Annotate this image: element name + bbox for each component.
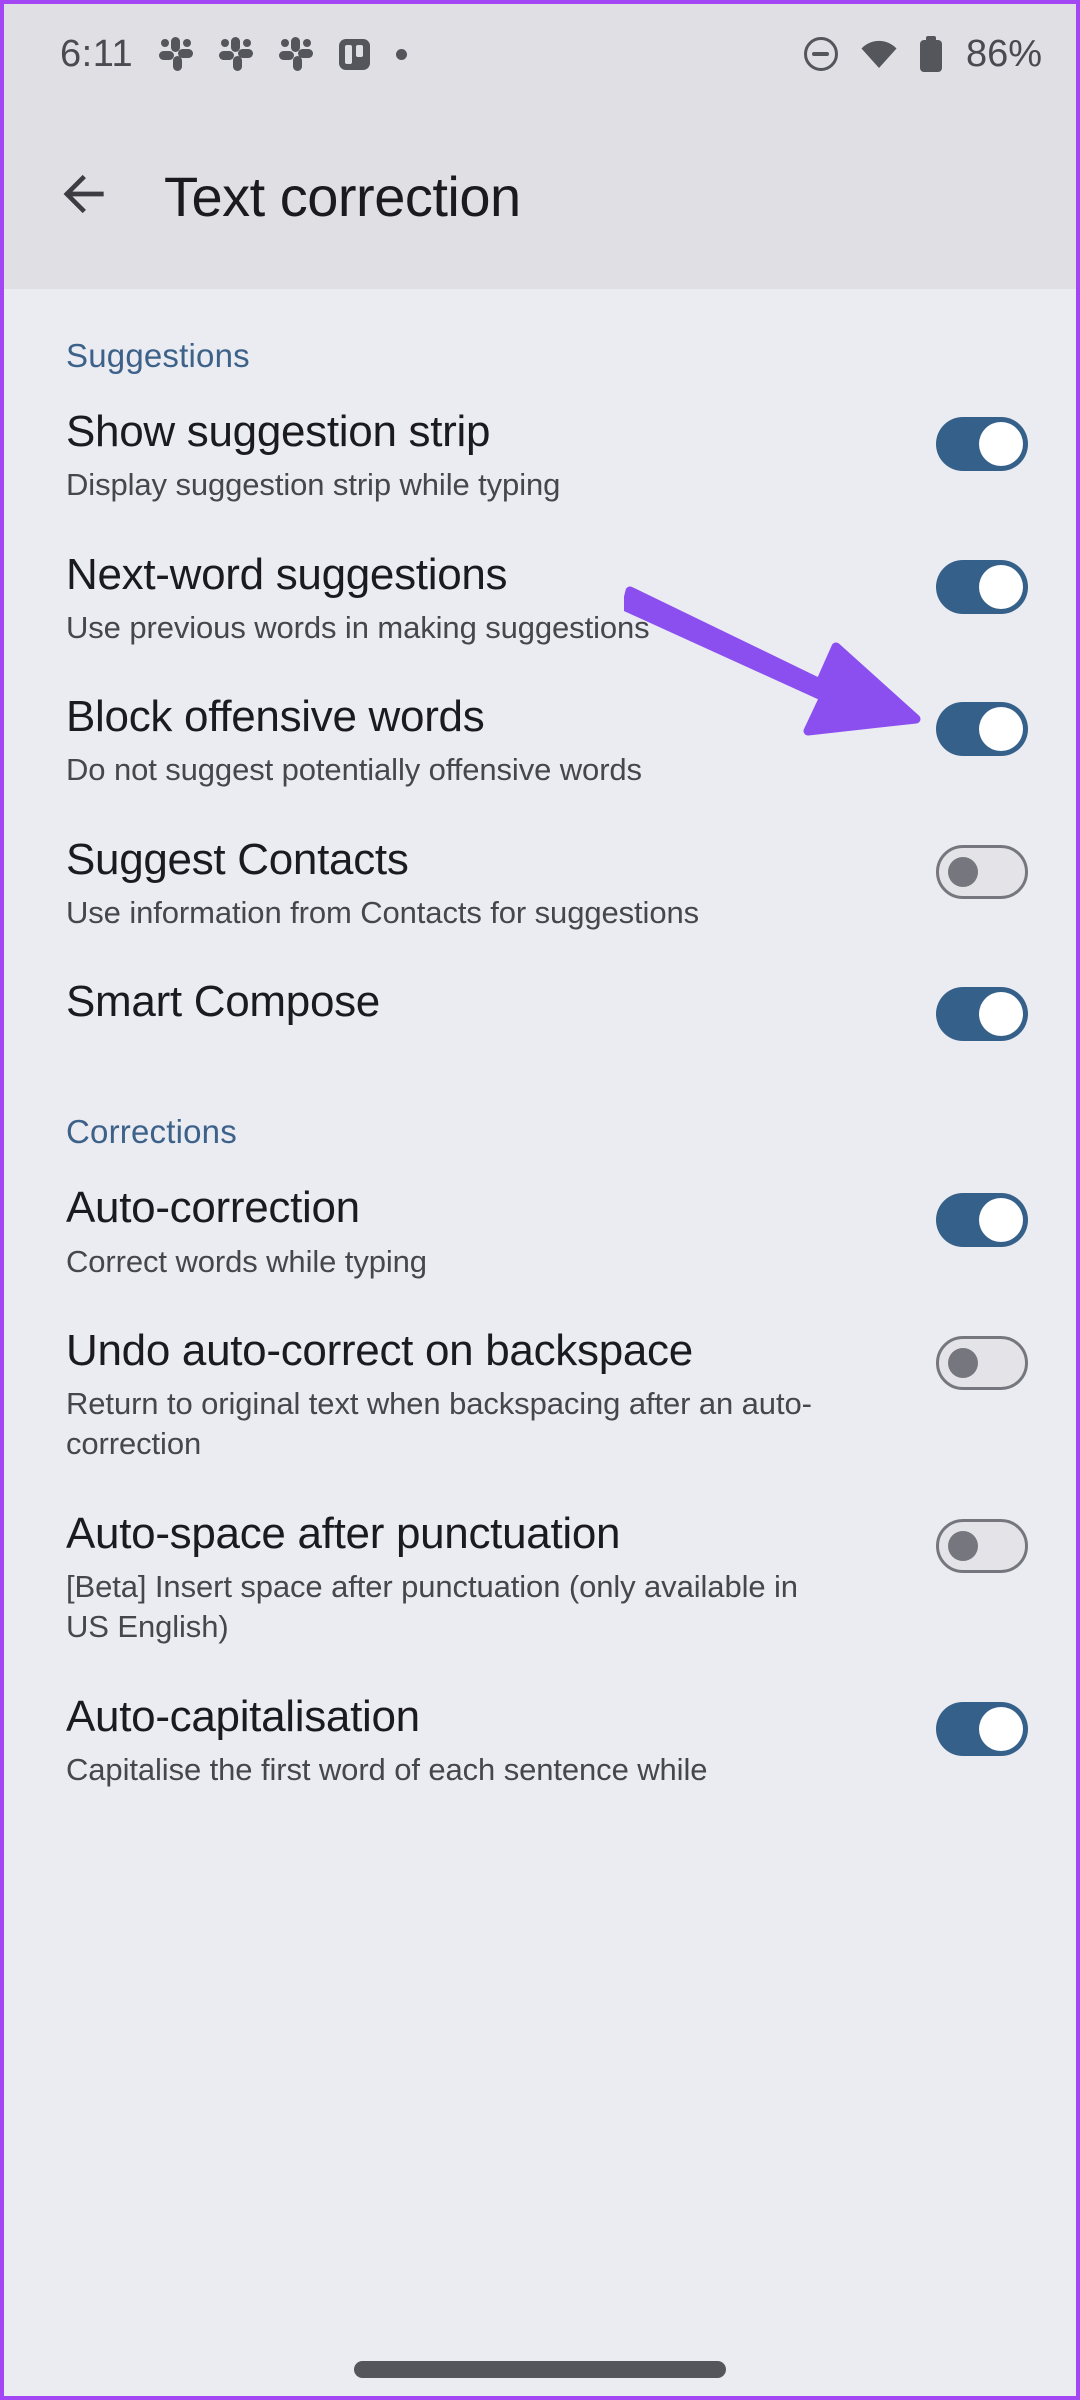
suggest-contacts-toggle[interactable]	[936, 844, 1028, 899]
auto-capitalisation-toggle[interactable]	[936, 1701, 1028, 1756]
row-text: Next-word suggestions Use previous words…	[66, 550, 936, 649]
row-title: Auto-capitalisation	[66, 1691, 420, 1741]
page-title: Text correction	[164, 165, 521, 228]
undo-auto-correct-on-backspace-toggle[interactable]	[936, 1335, 1028, 1390]
block-offensive-words-toggle[interactable]	[936, 702, 1028, 757]
row-control	[936, 1692, 1028, 1756]
status-clock: 6:11	[60, 32, 134, 75]
setting-row-next-word-suggestions[interactable]: Next-word suggestions Use previous words…	[4, 528, 1076, 671]
row-title: Block offensive words	[66, 692, 485, 742]
row-control	[936, 1183, 1028, 1248]
next-word-suggestions-toggle[interactable]	[936, 559, 1028, 614]
app-bar: Text correction	[4, 104, 1076, 289]
row-subtitle: Return to original text when backspacing…	[66, 1386, 812, 1462]
row-text: Auto-space after punctuation [Beta] Inse…	[66, 1509, 936, 1648]
setting-row-auto-capitalisation[interactable]: Auto-capitalisation Capitalise the first…	[4, 1670, 1076, 1813]
row-text: Suggest Contacts Use information from Co…	[66, 835, 936, 934]
slack-icon	[219, 37, 254, 71]
status-bar-left: 6:11	[60, 33, 804, 76]
row-text: Auto-correction Correct words while typi…	[66, 1183, 936, 1282]
row-control	[936, 835, 1028, 899]
setting-row-auto-correction[interactable]: Auto-correction Correct words while typi…	[4, 1161, 1076, 1304]
row-subtitle: Display suggestion strip while typing	[66, 467, 561, 503]
row-subtitle: Use information from Contacts for sugges…	[66, 894, 699, 930]
phone-screen: 6:11 86% Text correction Suggestions Sho…	[0, 0, 1080, 2400]
row-subtitle: Capitalise the first word of each senten…	[66, 1751, 708, 1787]
row-text: Block offensive words Do not suggest pot…	[66, 692, 936, 791]
slack-icon	[159, 37, 194, 71]
row-subtitle: [Beta] Insert space after punctuation (o…	[66, 1568, 798, 1645]
smart-compose-toggle[interactable]	[936, 987, 1028, 1042]
row-control	[936, 1509, 1028, 1573]
setting-row-auto-space-after-punctuation[interactable]: Auto-space after punctuation [Beta] Inse…	[4, 1487, 1076, 1670]
section-header-suggestions: Suggestions	[66, 337, 250, 374]
auto-correction-toggle[interactable]	[936, 1193, 1028, 1248]
wifi-icon	[860, 39, 898, 69]
setting-row-undo-auto-correct-on-backspace[interactable]: Undo auto-correct on backspace Return to…	[4, 1304, 1076, 1487]
setting-row-block-offensive-words[interactable]: Block offensive words Do not suggest pot…	[4, 670, 1076, 813]
back-button[interactable]	[48, 160, 122, 234]
back-arrow-icon	[57, 166, 113, 227]
do-not-disturb-icon	[803, 37, 838, 71]
row-control	[936, 407, 1028, 471]
row-control	[936, 977, 1028, 1042]
setting-row-smart-compose[interactable]: Smart Compose	[4, 955, 1076, 1065]
section-header-corrections: Corrections	[66, 1113, 237, 1151]
row-title: Show suggestion strip	[66, 407, 491, 456]
row-text: Smart Compose	[66, 977, 936, 1026]
row-control	[936, 692, 1028, 757]
status-bar-right: 86%	[803, 32, 1042, 76]
row-control	[936, 550, 1028, 614]
settings-list[interactable]: Suggestions Show suggestion strip Displa…	[4, 289, 1076, 2396]
battery-icon	[919, 36, 942, 72]
row-control	[936, 1326, 1028, 1390]
row-title: Suggest Contacts	[66, 834, 409, 884]
row-subtitle: Do not suggest potentially offensive wor…	[66, 752, 642, 788]
row-title: Auto-correction	[66, 1183, 360, 1233]
setting-row-show-suggestion-strip[interactable]: Show suggestion strip Display suggestion…	[4, 385, 1076, 528]
row-subtitle: Correct words while typing	[66, 1243, 427, 1279]
row-title: Auto-space after punctuation	[66, 1508, 621, 1558]
row-text: Undo auto-correct on backspace Return to…	[66, 1326, 936, 1465]
row-text: Show suggestion strip Display suggestion…	[66, 407, 936, 506]
trello-icon	[339, 38, 371, 70]
gesture-navigation-pill[interactable]	[354, 2361, 726, 2378]
battery-percentage: 86%	[965, 32, 1042, 75]
row-text: Auto-capitalisation Capitalise the first…	[66, 1692, 936, 1791]
row-title: Smart Compose	[66, 977, 380, 1027]
auto-space-after-punctuation-toggle[interactable]	[936, 1518, 1028, 1573]
show-suggestion-strip-toggle[interactable]	[936, 417, 1028, 471]
row-subtitle: Use previous words in making suggestions	[66, 609, 650, 645]
setting-row-suggest-contacts[interactable]: Suggest Contacts Use information from Co…	[4, 813, 1076, 956]
row-title: Undo auto-correct on backspace	[66, 1325, 693, 1375]
more-notifications-dot-icon	[396, 48, 408, 60]
row-title: Next-word suggestions	[66, 549, 508, 599]
status-bar: 6:11 86%	[4, 4, 1076, 104]
slack-icon	[279, 37, 314, 71]
